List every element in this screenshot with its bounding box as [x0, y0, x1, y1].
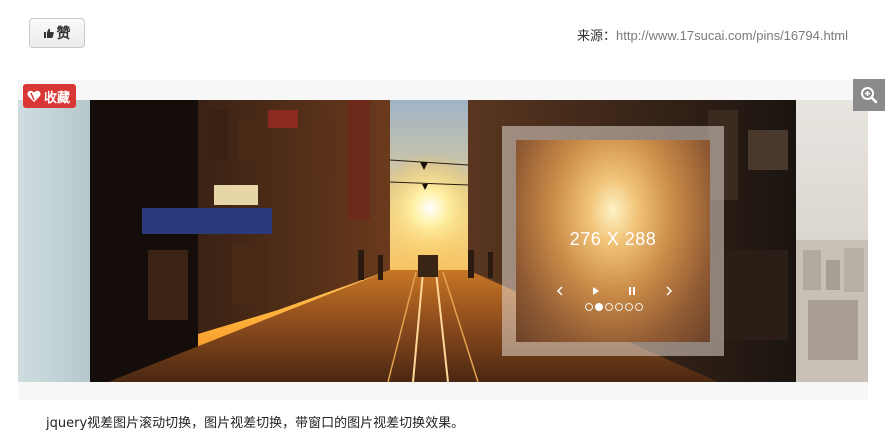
favorite-label: 收藏 [44, 90, 71, 106]
slide-dot[interactable] [615, 303, 623, 311]
prev-arrow-icon[interactable] [556, 286, 564, 299]
play-icon[interactable] [592, 286, 600, 299]
source-link[interactable]: http://www.17sucai.com/pins/16794.html [616, 28, 848, 43]
slide-dot[interactable] [605, 303, 613, 311]
like-label: 赞 [56, 26, 71, 42]
dimension-label: 276 X 288 [569, 229, 657, 249]
heart-icon [27, 89, 41, 103]
thumbs-up-icon [43, 28, 54, 38]
source-info: 来源：http://www.17sucai.com/pins/16794.htm… [577, 25, 848, 44]
favorite-button[interactable]: 收藏 [23, 84, 77, 108]
preview-image [18, 100, 868, 382]
pause-icon[interactable] [628, 286, 636, 299]
zoom-button[interactable] [853, 79, 885, 111]
slide-dot-active[interactable] [595, 303, 603, 311]
description: jquery视差图片滚动切换，图片视差切换，带窗口的图片视差切换效果。 [46, 416, 465, 431]
source-label: 来源： [577, 29, 617, 44]
next-arrow-icon[interactable] [665, 286, 673, 299]
slide-dot[interactable] [625, 303, 633, 311]
zoom-in-icon [861, 87, 878, 104]
slide-dot[interactable] [585, 303, 593, 311]
slide-dot[interactable] [635, 303, 643, 311]
like-button[interactable]: 赞 [29, 18, 85, 48]
slide-indicators [585, 303, 643, 311]
